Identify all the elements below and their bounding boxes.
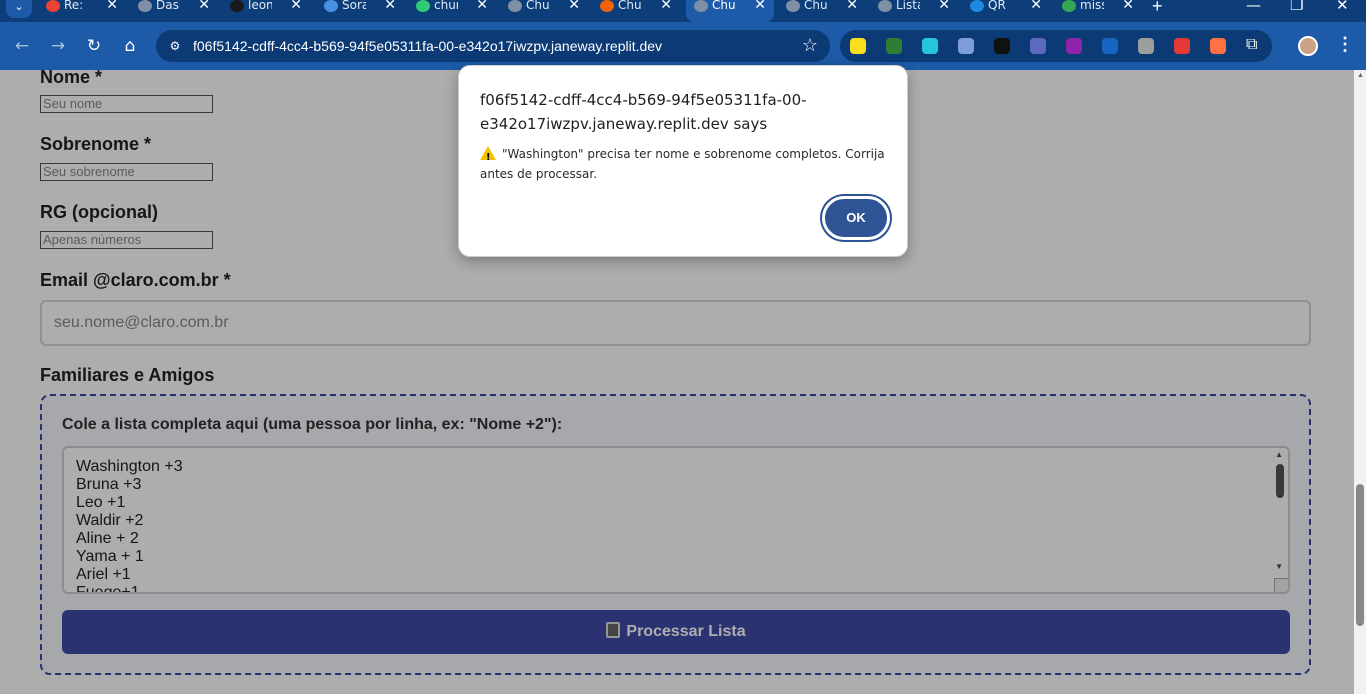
reload-button[interactable]: ↻ bbox=[82, 34, 106, 58]
tab-title: Chu bbox=[712, 0, 736, 12]
extensions-puzzle-icon[interactable]: ⧉ bbox=[1246, 36, 1257, 54]
tab-favicon-icon bbox=[138, 0, 152, 12]
tab-favicon-icon bbox=[230, 0, 244, 12]
tab-title: Sora bbox=[342, 0, 366, 12]
bookmark-star-icon[interactable]: ☆ bbox=[802, 35, 818, 56]
extension-icon[interactable] bbox=[1138, 38, 1154, 54]
extension-icon[interactable] bbox=[850, 38, 866, 54]
browser-menu-icon[interactable]: ⋮ bbox=[1336, 34, 1354, 55]
extension-icon[interactable] bbox=[886, 38, 902, 54]
home-button[interactable]: ⌂ bbox=[118, 34, 142, 58]
tab-close-icon[interactable]: ✕ bbox=[384, 0, 396, 13]
tab-close-icon[interactable]: ✕ bbox=[568, 0, 580, 13]
tab-strip: ⌄ Re:✕Dash✕leon✕Sora✕chur✕Chu✕Chu✕Chu✕Ch… bbox=[0, 0, 1366, 22]
tab-close-icon[interactable]: ✕ bbox=[290, 0, 302, 13]
extension-icon[interactable] bbox=[1030, 38, 1046, 54]
browser-tab[interactable]: Lista ✕ bbox=[870, 0, 958, 22]
tab-title: Lista bbox=[896, 0, 920, 12]
profile-avatar[interactable] bbox=[1298, 36, 1318, 56]
browser-tab[interactable]: miss ✕ bbox=[1054, 0, 1142, 22]
browser-tab[interactable]: Dash ✕ bbox=[130, 0, 218, 22]
new-tab-button[interactable]: + bbox=[1152, 0, 1163, 17]
tab-favicon-icon bbox=[694, 0, 708, 12]
tab-search-button[interactable]: ⌄ bbox=[6, 0, 32, 18]
tab-close-icon[interactable]: ✕ bbox=[754, 0, 766, 13]
browser-tab[interactable]: Chu ✕ bbox=[778, 0, 866, 22]
extension-icon[interactable] bbox=[1066, 38, 1082, 54]
forward-button[interactable]: → bbox=[46, 34, 70, 58]
tab-favicon-icon bbox=[600, 0, 614, 12]
page-scroll-thumb[interactable] bbox=[1356, 484, 1364, 626]
tab-close-icon[interactable]: ✕ bbox=[476, 0, 488, 13]
tab-close-icon[interactable]: ✕ bbox=[1030, 0, 1042, 13]
tab-favicon-icon bbox=[416, 0, 430, 12]
extension-icon[interactable] bbox=[1210, 38, 1226, 54]
tab-title: Dash bbox=[156, 0, 180, 12]
tab-title: Re: bbox=[64, 0, 84, 12]
browser-tab[interactable]: Sora ✕ bbox=[316, 0, 404, 22]
tab-title: Chu bbox=[526, 0, 550, 12]
dialog-origin: f06f5142-cdff-4cc4-b569-94f5e05311fa-00-… bbox=[480, 91, 807, 133]
tab-favicon-icon bbox=[324, 0, 338, 12]
tab-close-icon[interactable]: ✕ bbox=[846, 0, 858, 13]
extension-icon[interactable] bbox=[922, 38, 938, 54]
dialog-message: "Washington" precisa ter nome e sobrenom… bbox=[480, 147, 885, 181]
tab-close-icon[interactable]: ✕ bbox=[198, 0, 210, 13]
tab-favicon-icon bbox=[1062, 0, 1076, 12]
tab-close-icon[interactable]: ✕ bbox=[660, 0, 672, 13]
browser-tab[interactable]: Chu ✕ bbox=[500, 0, 588, 22]
extension-icon[interactable] bbox=[958, 38, 974, 54]
tab-close-icon[interactable]: ✕ bbox=[106, 0, 118, 13]
alert-dialog: f06f5142-cdff-4cc4-b569-94f5e05311fa-00-… bbox=[458, 65, 908, 257]
tab-title: Chu bbox=[618, 0, 642, 12]
browser-tab[interactable]: chur ✕ bbox=[408, 0, 496, 22]
tab-title: QR bbox=[988, 0, 1006, 12]
extension-icon[interactable] bbox=[1102, 38, 1118, 54]
browser-tab[interactable]: leon ✕ bbox=[222, 0, 310, 22]
tab-favicon-icon bbox=[878, 0, 892, 12]
extension-icon[interactable] bbox=[994, 38, 1010, 54]
tab-title: chur bbox=[434, 0, 458, 12]
tab-favicon-icon bbox=[508, 0, 522, 12]
browser-toolbar: ← → ↻ ⌂ ⚙ f06f5142-cdff-4cc4-b569-94f5e0… bbox=[0, 22, 1366, 70]
tab-favicon-icon bbox=[46, 0, 60, 12]
browser-tab[interactable]: Chu ✕ bbox=[592, 0, 680, 22]
close-window-icon[interactable]: ✕ bbox=[1336, 0, 1349, 14]
minimize-icon[interactable]: — bbox=[1246, 0, 1261, 14]
browser-tab[interactable]: Chu ✕ bbox=[686, 0, 774, 22]
tab-favicon-icon bbox=[786, 0, 800, 12]
address-bar[interactable]: ⚙ f06f5142-cdff-4cc4-b569-94f5e05311fa-0… bbox=[156, 30, 830, 62]
tab-title: leon bbox=[248, 0, 272, 12]
address-url[interactable]: f06f5142-cdff-4cc4-b569-94f5e05311fa-00-… bbox=[193, 38, 662, 54]
browser-tab[interactable]: Re: ✕ bbox=[38, 0, 126, 22]
back-button[interactable]: ← bbox=[10, 34, 34, 58]
restore-icon[interactable]: ❐ bbox=[1290, 0, 1303, 14]
tab-title: Chu bbox=[804, 0, 828, 12]
extensions-bar: ⧉ bbox=[840, 30, 1272, 62]
tab-title: miss bbox=[1080, 0, 1104, 12]
tab-favicon-icon bbox=[970, 0, 984, 12]
warning-icon bbox=[480, 146, 496, 168]
page-scrollbar[interactable]: ▲ bbox=[1354, 70, 1366, 694]
tab-close-icon[interactable]: ✕ bbox=[1122, 0, 1134, 13]
site-info-icon[interactable]: ⚙ bbox=[166, 37, 184, 55]
dialog-message-row: "Washington" precisa ter nome e sobrenom… bbox=[480, 144, 890, 184]
scroll-up-icon[interactable]: ▲ bbox=[1357, 72, 1364, 79]
extension-icon[interactable] bbox=[1174, 38, 1190, 54]
tab-close-icon[interactable]: ✕ bbox=[938, 0, 950, 13]
browser-tab[interactable]: QR ✕ bbox=[962, 0, 1050, 22]
dialog-ok-button[interactable]: OK bbox=[822, 196, 890, 240]
